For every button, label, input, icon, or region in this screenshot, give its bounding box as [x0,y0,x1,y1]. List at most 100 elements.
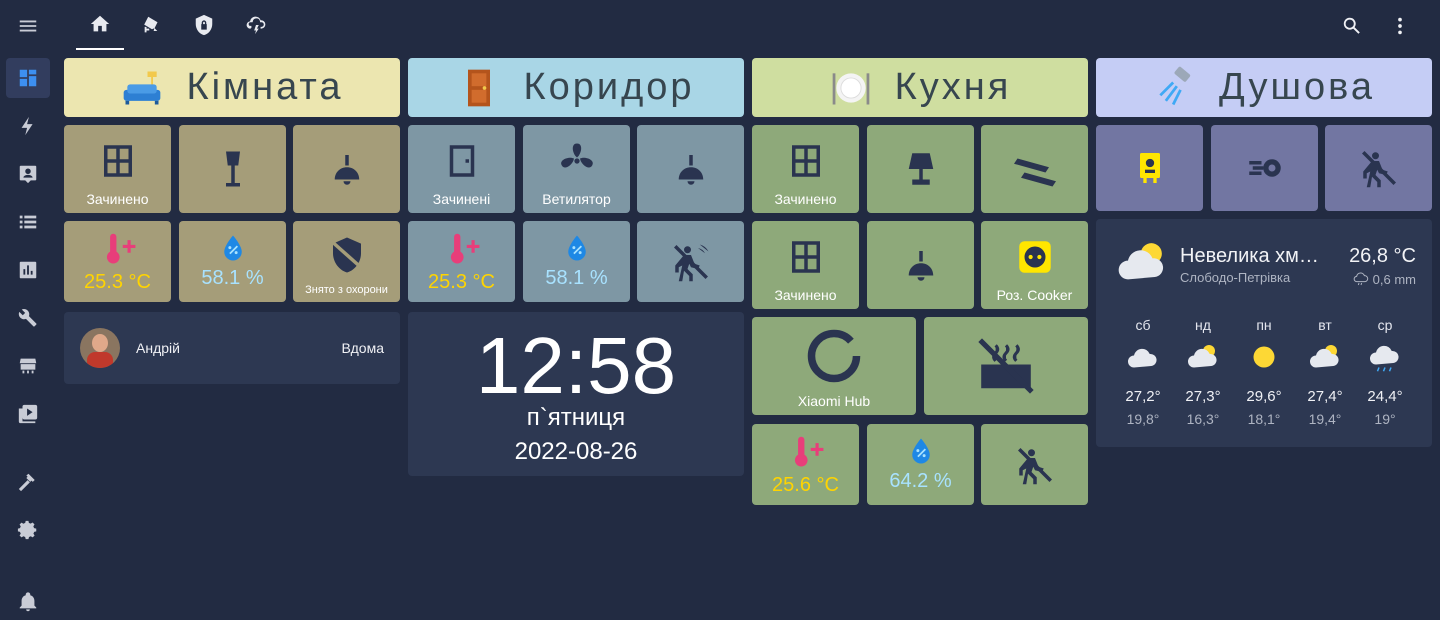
person-card[interactable]: Андрій Вдома [64,312,400,384]
dushova-motion-tile[interactable] [1325,125,1432,211]
weather-card[interactable]: Невелика хм… Слободо-Петрівка 26,8 °C 0,… [1096,219,1432,447]
dushova-fan-tile[interactable] [1211,125,1318,211]
avatar [80,328,120,368]
partly-cloudy-icon [1118,243,1164,280]
plate-cutlery-icon [832,72,869,104]
sidebar-item-energy[interactable] [6,106,50,146]
clock-time: 12:58 [475,321,677,410]
tab-cameras[interactable] [128,0,176,50]
search-button[interactable] [1330,0,1374,52]
sidebar-item-media[interactable] [6,394,50,434]
kimnata-humidity-tile[interactable]: 58.1 % [179,221,286,302]
wrench-icon [18,308,37,327]
dushova-boiler-tile[interactable] [1096,125,1203,211]
shield-lock-icon [195,14,213,36]
play-box-icon [18,404,38,424]
room-header-dushova[interactable]: Душова [1096,58,1432,117]
socket-label: Роз. Cooker [996,287,1073,303]
more-options-button[interactable] [1378,0,1422,52]
korydor-temperature-tile[interactable]: 25.3 °C [408,221,515,302]
sidebar-item-hacs[interactable] [6,346,50,386]
fan-icon [560,143,593,168]
window-state: Зачинено [774,287,837,303]
power-socket-icon [1018,241,1051,273]
home-icon [90,15,110,32]
kimnata-window-tile[interactable]: Зачинено [64,125,171,213]
list-icon [19,215,37,229]
clock-date: 2022-08-26 [514,438,638,465]
kukhnia-lamp-tile[interactable] [867,125,974,213]
person-name: Андрій [136,340,180,356]
sidebar-item-history[interactable] [6,250,50,290]
tab-security[interactable] [180,0,228,50]
person-state: Вдома [341,340,384,356]
sidebar-item-tools[interactable] [6,298,50,338]
kukhnia-socket-tile[interactable]: Роз. Cooker [981,221,1088,309]
sidebar-item-developer-tools[interactable] [6,462,50,502]
korydor-humidity-tile[interactable]: 58.1 % [523,221,630,302]
kukhnia-window2-tile[interactable]: Зачинено [752,221,859,309]
korydor-motion-tile[interactable] [637,221,744,302]
sidebar-item-notifications[interactable] [6,582,50,620]
room-header-korydor[interactable]: Коридор [408,58,744,117]
kimnata-alarm-tile[interactable]: Знято з охорони [293,221,400,302]
forecast-day: вт 27,4° 19,4° [1295,317,1355,427]
kukhnia-motion-tile[interactable] [981,424,1088,505]
motion-sensor-off-icon [1361,151,1396,188]
water-percent-icon [911,438,930,464]
kukhnia-window-tile[interactable]: Зачинено [752,125,859,213]
kimnata-floor-lamp-tile[interactable] [179,125,286,213]
sidebar-item-overview[interactable] [6,58,50,98]
room-header-kimnata[interactable]: Кімната [64,58,400,117]
weather-precipitation: 0,6 mm [1353,271,1416,287]
kukhnia-hub-tile[interactable]: Xiaomi Hub [752,317,916,415]
forecast-high: 27,3° [1185,388,1221,405]
kimnata-temperature-tile[interactable]: 25.3 °C [64,221,171,302]
forecast-low: 18,1° [1247,411,1281,427]
korydor-door-tile[interactable]: Зачинені [408,125,515,213]
forecast-day: ср 24,4° 19° [1355,317,1415,427]
hub-ring-icon [807,329,861,383]
hub-label: Xiaomi Hub [797,393,871,409]
water-percent-icon [223,235,242,261]
partly-cloudy-icon [1310,345,1339,368]
water-percent-icon [567,235,586,261]
kukhnia-ceiling-light-tile[interactable] [867,221,974,309]
room-title: Кухня [894,66,1012,108]
humidity-value: 64.2 % [889,470,952,492]
kukhnia-heater-tile[interactable] [924,317,1088,415]
account-box-icon [19,165,37,184]
tab-weather[interactable] [232,0,280,50]
forecast-day-name: пн [1256,317,1272,333]
forecast-low: 16,3° [1186,411,1220,427]
window-closed-icon [103,145,132,177]
chart-box-icon [19,261,37,279]
forecast-low: 19° [1374,411,1396,427]
weather-lightning-icon [246,16,266,35]
kukhnia-temperature-tile[interactable]: 25.6 °C [752,424,859,505]
kimnata-ceiling-light-tile[interactable] [293,125,400,213]
korydor-ceiling-light-tile[interactable] [637,125,744,213]
menu-icon [19,20,37,32]
sidebar-item-logbook[interactable] [6,202,50,242]
korydor-fan-tile[interactable]: Ветилятор [523,125,630,213]
kukhnia-led-strip-tile[interactable] [981,125,1088,213]
forecast-high: 29,6° [1246,388,1282,405]
forecast-day: нд 27,3° 16,3° [1173,317,1233,427]
hammer-icon [18,473,35,492]
thermometer-plus-icon [106,233,135,264]
room-header-kukhnia[interactable]: Кухня [752,58,1088,117]
kukhnia-humidity-tile[interactable]: 64.2 % [867,424,974,505]
temperature-value: 25.3 °C [84,271,151,293]
sidebar-item-settings[interactable] [6,510,50,550]
forecast-day: сб 27,2° 19,8° [1113,317,1173,427]
forecast-day-name: нд [1195,317,1211,333]
menu-button[interactable] [6,6,50,46]
sidebar-item-person[interactable] [6,154,50,194]
temperature-value: 25.6 °C [772,474,839,496]
clock-card: 12:58 п`ятниця 2022-08-26 [408,312,744,476]
alarm-state: Знято з охорони [305,284,388,296]
weather-location: Слободо-Петрівка [1180,270,1291,285]
radiator-off-icon [978,338,1034,394]
tab-home[interactable] [76,0,124,50]
